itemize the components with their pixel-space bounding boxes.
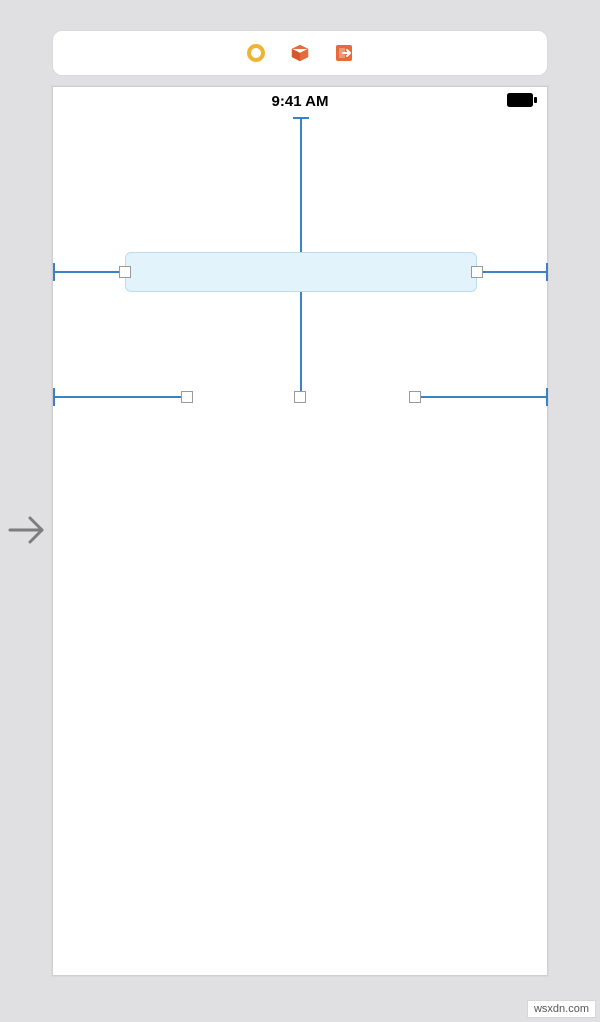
device-view[interactable]: 9:41 AM: [52, 86, 548, 976]
constraint-cap: [546, 388, 548, 406]
constraint-guide-left: [53, 271, 125, 273]
constraint-guide-top: [300, 117, 302, 252]
selection-handle[interactable]: [294, 391, 306, 403]
cube-icon[interactable]: [290, 43, 310, 63]
selection-handle[interactable]: [471, 266, 483, 278]
constraint-guide-right: [477, 271, 547, 273]
selection-handle[interactable]: [119, 266, 131, 278]
segue-arrow-icon: [8, 510, 48, 550]
status-time: 9:41 AM: [272, 93, 329, 110]
constraint-guide: [53, 396, 185, 398]
selection-handle[interactable]: [181, 391, 193, 403]
watermark: wsxdn.com: [527, 1000, 596, 1018]
exit-icon[interactable]: [334, 43, 354, 63]
selected-text-field[interactable]: [125, 252, 477, 292]
status-bar: 9:41 AM: [53, 87, 547, 115]
constraint-cap: [53, 388, 55, 406]
constraint-cap: [293, 117, 309, 119]
constraint-guide: [419, 396, 547, 398]
battery-icon: [507, 93, 537, 107]
circle-icon[interactable]: [246, 43, 266, 63]
constraint-cap: [546, 263, 548, 281]
storyboard-canvas[interactable]: 9:41 AM: [52, 30, 548, 976]
selection-handle[interactable]: [409, 391, 421, 403]
constraint-guide-vertical: [300, 292, 302, 397]
constraint-cap: [53, 263, 55, 281]
scene-toolbar: [52, 30, 548, 76]
